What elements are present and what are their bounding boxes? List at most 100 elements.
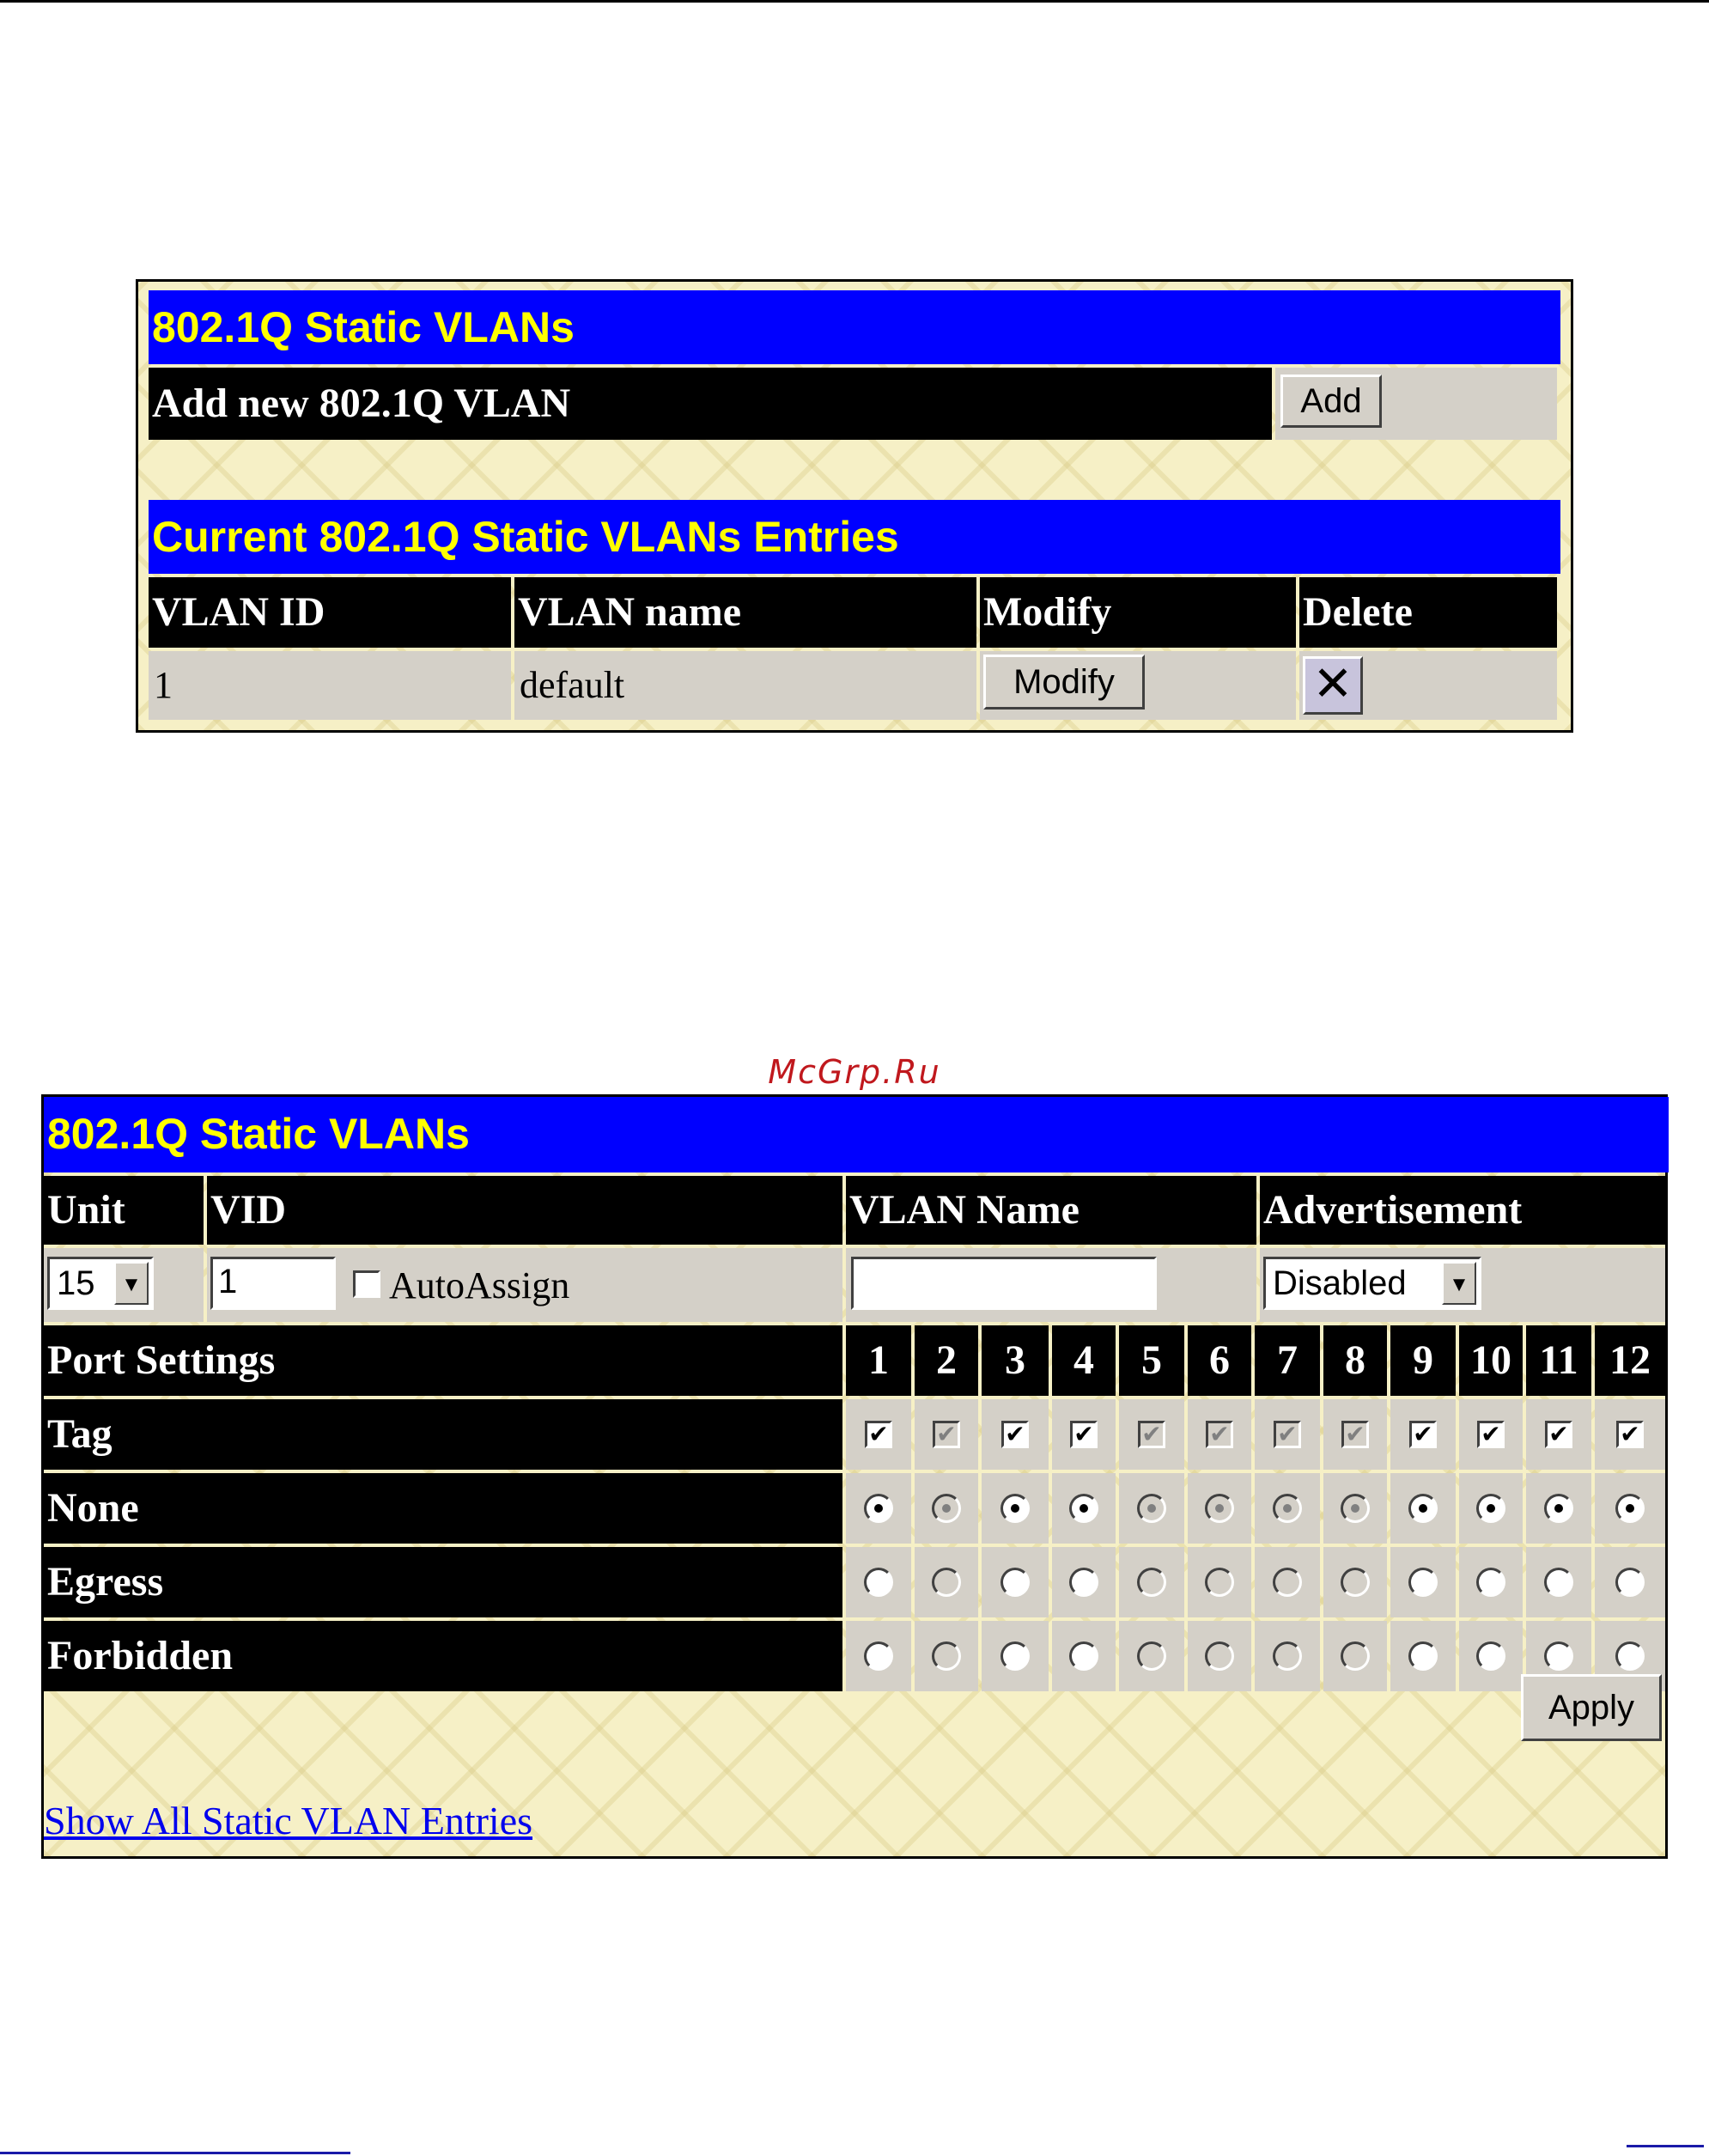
egress-radio-port-1[interactable]	[864, 1568, 893, 1597]
egress-radio-port-7[interactable]	[1273, 1568, 1302, 1597]
static-vlan-edit-panel: 802.1Q Static VLANs Unit VID VLAN Name A…	[41, 1094, 1669, 1859]
forbidden-radio-port-6[interactable]	[1205, 1641, 1234, 1671]
forbidden-radio-port-11[interactable]	[1544, 1641, 1573, 1671]
forbidden-radio-port-2[interactable]	[932, 1641, 961, 1671]
add-button[interactable]: Add	[1280, 375, 1382, 428]
static-vlans-list-panel: 802.1Q Static VLANs Add new 802.1Q VLAN …	[136, 279, 1573, 733]
watermark: McGrp.Ru	[768, 1053, 941, 1091]
none-radio-port-10[interactable]	[1476, 1494, 1505, 1523]
advertisement-header: Advertisement	[1260, 1176, 1665, 1245]
tag-checkbox-port-9[interactable]: ✔	[1409, 1421, 1437, 1448]
port-header-10: 10	[1459, 1325, 1523, 1396]
none-radio-port-9[interactable]	[1408, 1494, 1438, 1523]
forbidden-radio-port-4[interactable]	[1069, 1641, 1098, 1671]
none-radio-port-11[interactable]	[1544, 1494, 1573, 1523]
vid-input[interactable]: 1	[210, 1257, 336, 1310]
port-header-5: 5	[1119, 1325, 1184, 1396]
panel-title: 802.1Q Static VLANs	[149, 290, 1560, 364]
radio-dot-icon	[1626, 1504, 1634, 1513]
egress-radio-port-8[interactable]	[1341, 1568, 1370, 1597]
port-header-12: 12	[1595, 1325, 1665, 1396]
egress-radio-port-12[interactable]	[1615, 1568, 1645, 1597]
forbidden-radio-port-9[interactable]	[1408, 1641, 1438, 1671]
tag-checkbox-port-2[interactable]: ✔	[933, 1421, 960, 1448]
radio-dot-icon	[1011, 1504, 1019, 1513]
tag-checkbox-port-6[interactable]: ✔	[1206, 1421, 1233, 1448]
modify-button[interactable]: Modify	[983, 655, 1145, 710]
footer-link-underline-left[interactable]	[0, 2152, 350, 2154]
unit-select-value: 15	[57, 1264, 95, 1302]
close-x-icon: ✕	[1312, 656, 1353, 712]
none-radio-port-8[interactable]	[1341, 1494, 1370, 1523]
forbidden-radio-port-8[interactable]	[1341, 1641, 1370, 1671]
tag-checkbox-port-7[interactable]: ✔	[1274, 1421, 1301, 1448]
egress-radio-port-6[interactable]	[1205, 1568, 1234, 1597]
none-radio-port-12[interactable]	[1615, 1494, 1645, 1523]
port-header-4: 4	[1052, 1325, 1116, 1396]
egress-radio-port-2[interactable]	[932, 1568, 961, 1597]
vid-header: VID	[207, 1176, 842, 1245]
tag-checkbox-port-4[interactable]: ✔	[1070, 1421, 1098, 1448]
port-settings-label: Port Settings	[44, 1325, 842, 1396]
radio-dot-icon	[1419, 1504, 1427, 1513]
tag-checkbox-port-3[interactable]: ✔	[1001, 1421, 1029, 1448]
col-header-delete: Delete	[1299, 577, 1557, 648]
egress-radio-port-4[interactable]	[1069, 1568, 1098, 1597]
row-label-none: None	[44, 1473, 842, 1544]
tag-checkbox-port-5[interactable]: ✔	[1138, 1421, 1165, 1448]
tag-checkbox-port-10[interactable]: ✔	[1477, 1421, 1505, 1448]
egress-radio-port-11[interactable]	[1544, 1568, 1573, 1597]
top-rule	[0, 0, 1709, 3]
egress-radio-port-3[interactable]	[1000, 1568, 1030, 1597]
tag-checkbox-port-8[interactable]: ✔	[1341, 1421, 1369, 1448]
radio-dot-icon	[1080, 1504, 1088, 1513]
add-vlan-label: Add new 802.1Q VLAN	[149, 368, 1272, 440]
chevron-down-icon: ▼	[114, 1262, 149, 1305]
port-header-1: 1	[846, 1325, 911, 1396]
none-radio-port-4[interactable]	[1069, 1494, 1098, 1523]
table-row-vlan-name: default	[514, 651, 976, 720]
radio-dot-icon	[1215, 1504, 1224, 1513]
port-header-9: 9	[1390, 1325, 1456, 1396]
forbidden-radio-port-1[interactable]	[864, 1641, 893, 1671]
autoassign-checkbox[interactable]	[353, 1270, 380, 1298]
entries-title: Current 802.1Q Static VLANs Entries	[149, 500, 1560, 574]
forbidden-radio-port-7[interactable]	[1273, 1641, 1302, 1671]
none-radio-port-3[interactable]	[1000, 1494, 1030, 1523]
unit-select[interactable]: 15 ▼	[47, 1257, 154, 1310]
none-radio-port-5[interactable]	[1137, 1494, 1166, 1523]
none-radio-port-7[interactable]	[1273, 1494, 1302, 1523]
show-all-static-vlan-entries-link[interactable]: Show All Static VLAN Entries	[44, 1798, 532, 1843]
none-radio-port-2[interactable]	[932, 1494, 961, 1523]
forbidden-radio-port-5[interactable]	[1137, 1641, 1166, 1671]
col-header-vlan-id: VLAN ID	[149, 577, 511, 648]
vlan-name-input[interactable]	[851, 1257, 1157, 1310]
advertisement-select[interactable]: Disabled ▼	[1263, 1257, 1481, 1310]
none-radio-port-6[interactable]	[1205, 1494, 1234, 1523]
port-header-3: 3	[982, 1325, 1049, 1396]
tag-checkbox-port-11[interactable]: ✔	[1545, 1421, 1572, 1448]
tag-checkbox-port-1[interactable]: ✔	[865, 1421, 892, 1448]
none-radio-port-1[interactable]	[864, 1494, 893, 1523]
forbidden-radio-port-10[interactable]	[1476, 1641, 1505, 1671]
radio-dot-icon	[942, 1504, 951, 1513]
apply-button[interactable]: Apply	[1521, 1674, 1662, 1741]
egress-radio-port-9[interactable]	[1408, 1568, 1438, 1597]
port-header-8: 8	[1323, 1325, 1387, 1396]
panel-title: 802.1Q Static VLANs	[44, 1097, 1669, 1172]
port-header-6: 6	[1188, 1325, 1251, 1396]
tag-checkbox-port-12[interactable]: ✔	[1616, 1421, 1644, 1448]
vlan-name-header: VLAN Name	[846, 1176, 1256, 1245]
row-label-forbidden: Forbidden	[44, 1621, 842, 1691]
delete-button[interactable]: ✕	[1303, 656, 1363, 715]
egress-radio-port-5[interactable]	[1137, 1568, 1166, 1597]
footer-link-underline-right[interactable]	[1627, 2145, 1704, 2147]
chevron-down-icon: ▼	[1442, 1262, 1476, 1305]
egress-radio-port-10[interactable]	[1476, 1568, 1505, 1597]
forbidden-radio-port-3[interactable]	[1000, 1641, 1030, 1671]
port-header-7: 7	[1255, 1325, 1320, 1396]
col-header-vlan-name: VLAN name	[514, 577, 976, 648]
radio-dot-icon	[1554, 1504, 1563, 1513]
unit-header: Unit	[44, 1176, 204, 1245]
forbidden-radio-port-12[interactable]	[1615, 1641, 1645, 1671]
